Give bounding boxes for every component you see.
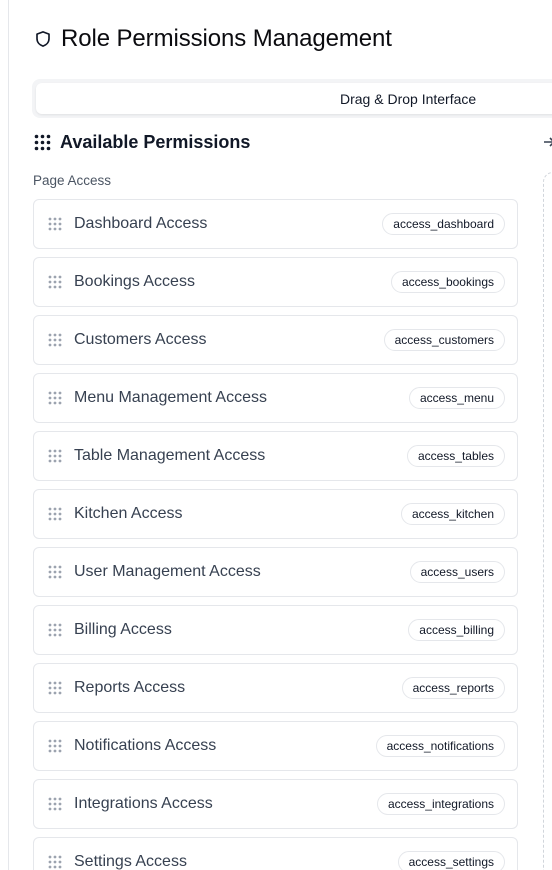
permission-card[interactable]: Table Management Access access_tables: [33, 431, 518, 481]
permission-card[interactable]: Integrations Access access_integrations: [33, 779, 518, 829]
drag-handle-icon[interactable]: [48, 797, 62, 811]
drag-handle-icon[interactable]: [48, 623, 62, 637]
assigned-permissions-dropzone[interactable]: [543, 172, 552, 870]
permission-card[interactable]: Bookings Access access_bookings: [33, 257, 518, 307]
permission-key-badge: access_kitchen: [400, 503, 505, 525]
drag-handle-icon[interactable]: [48, 275, 62, 289]
left-divider: [8, 0, 9, 870]
drag-handle-icon[interactable]: [48, 333, 62, 347]
permission-label: Billing Access: [74, 621, 172, 638]
drag-handle-icon[interactable]: [48, 681, 62, 695]
permission-key-badge: access_bookings: [390, 271, 505, 293]
arrow-right-icon: [544, 137, 552, 147]
permission-card[interactable]: Billing Access access_billing: [33, 605, 518, 655]
permission-card[interactable]: Settings Access access_settings: [33, 837, 518, 870]
permission-label: Kitchen Access: [74, 505, 183, 522]
permission-label: User Management Access: [74, 563, 261, 580]
permission-card[interactable]: Menu Management Access access_menu: [33, 373, 518, 423]
tab-drag-drop-interface[interactable]: Drag & Drop Interface: [36, 83, 552, 114]
permission-label: Dashboard Access: [74, 215, 208, 232]
permission-key-badge: access_users: [409, 561, 505, 583]
page-title: Role Permissions Management: [61, 25, 392, 52]
drag-handle-icon[interactable]: [48, 739, 62, 753]
permission-card[interactable]: Reports Access access_reports: [33, 663, 518, 713]
drag-handle-icon[interactable]: [48, 391, 62, 405]
permission-key-badge: access_integrations: [376, 793, 505, 815]
drag-handle-icon[interactable]: [48, 507, 62, 521]
permission-key-badge: access_dashboard: [382, 213, 505, 235]
permission-key-badge: access_settings: [397, 851, 505, 870]
permission-key-badge: access_reports: [401, 677, 505, 699]
group-label-page-access: Page Access: [33, 173, 112, 188]
permission-key-badge: access_menu: [408, 387, 505, 409]
permission-label: Table Management Access: [74, 447, 266, 464]
permission-card[interactable]: User Management Access access_users: [33, 547, 518, 597]
shield-icon: [36, 31, 50, 47]
tab-bar: Drag & Drop Interface: [32, 79, 552, 118]
permission-card[interactable]: Dashboard Access access_dashboard: [33, 199, 518, 249]
permission-list: Dashboard Access access_dashboard Bookings…: [33, 199, 518, 870]
permission-label: Menu Management Access: [74, 389, 267, 406]
permission-label: Reports Access: [74, 679, 186, 696]
section-title: Available Permissions: [60, 131, 251, 152]
permission-key-badge: access_customers: [383, 329, 505, 351]
permission-card[interactable]: Notifications Access access_notifications: [33, 721, 518, 771]
permission-key-badge: access_billing: [408, 619, 505, 641]
permission-label: Settings Access: [74, 853, 187, 870]
drag-handle-icon[interactable]: [48, 855, 62, 869]
permission-card[interactable]: Customers Access access_customers: [33, 315, 518, 365]
page-header: Role Permissions Management: [34, 22, 392, 56]
permission-key-badge: access_tables: [406, 445, 505, 467]
permission-label: Customers Access: [74, 331, 207, 348]
permission-label: Bookings Access: [74, 273, 195, 290]
page: Role Permissions Management Drag & Drop …: [0, 0, 552, 870]
permission-key-badge: access_notifications: [375, 735, 505, 757]
permission-label: Notifications Access: [74, 737, 217, 754]
drag-handle-icon[interactable]: [48, 217, 62, 231]
grip-icon: [34, 134, 51, 150]
available-permissions-header: Available Permissions: [34, 130, 250, 154]
drag-handle-icon[interactable]: [48, 565, 62, 579]
permission-card[interactable]: Kitchen Access access_kitchen: [33, 489, 518, 539]
drag-handle-icon[interactable]: [48, 449, 62, 463]
permission-label: Integrations Access: [74, 795, 213, 812]
